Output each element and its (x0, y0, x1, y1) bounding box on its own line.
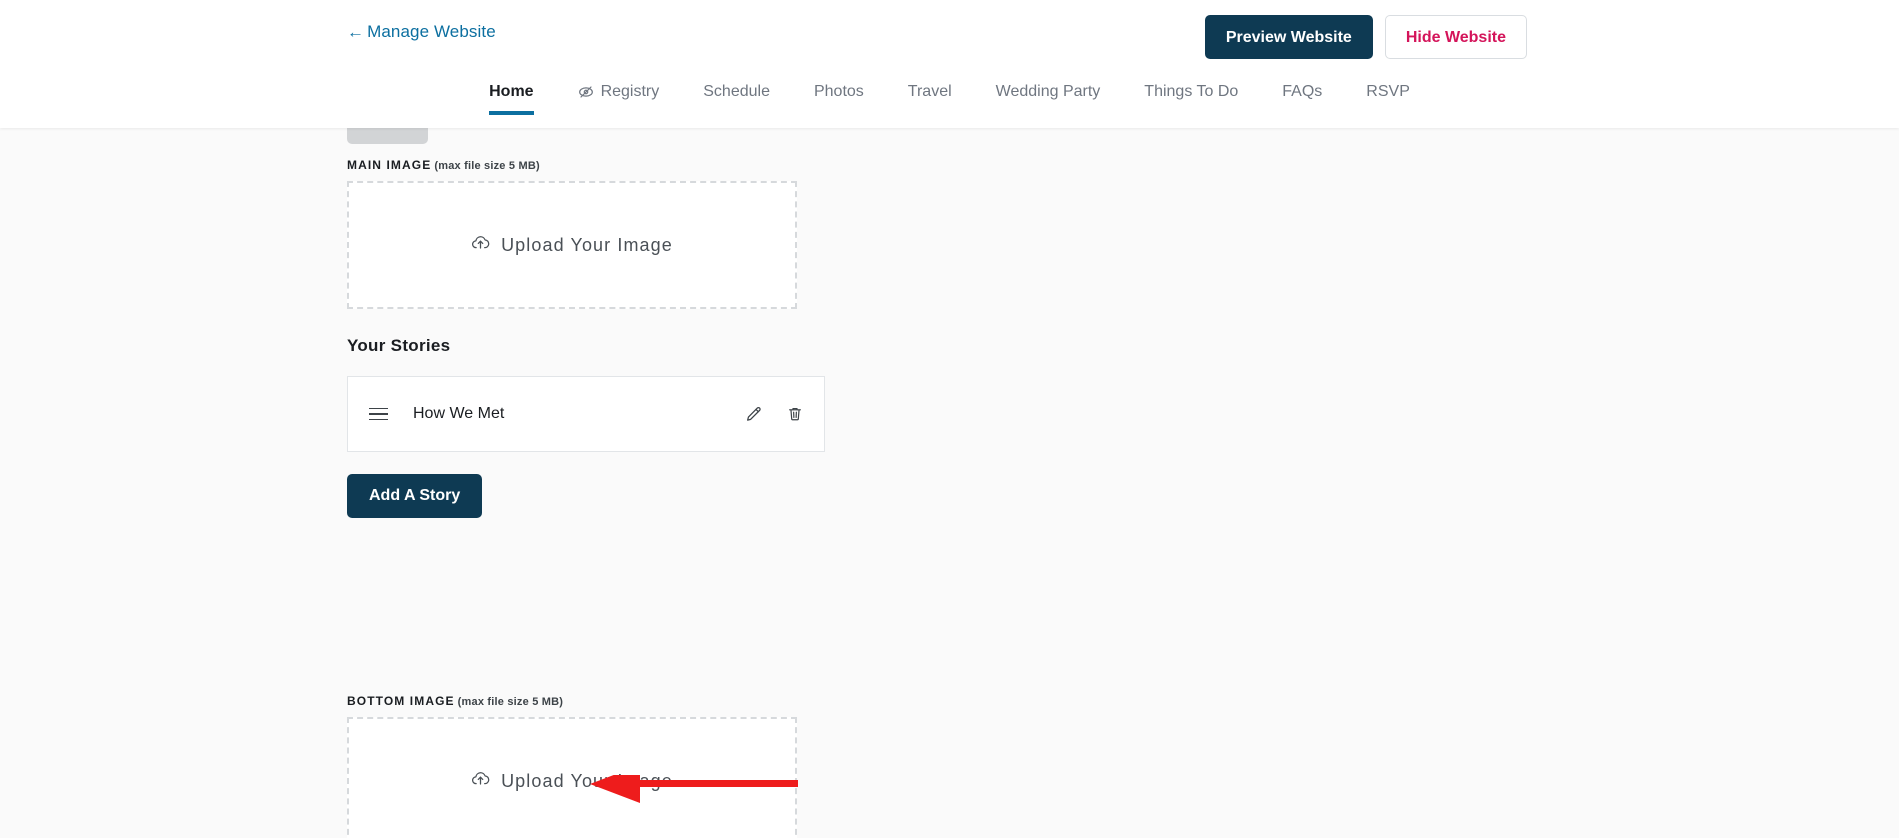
preview-website-button[interactable]: Preview Website (1204, 15, 1373, 59)
nav-item-label: FAQs (1282, 83, 1323, 100)
bottom-image-section: BOTTOM IMAGE (max file size 5 MB) Upload … (347, 694, 817, 838)
bottom-image-label-text: BOTTOM IMAGE (347, 694, 455, 708)
nav-item-label: Things To Do (1144, 83, 1239, 100)
your-stories-section: Your Stories How We Met Add A Story (347, 336, 825, 518)
nav-item-label: Travel (907, 83, 952, 100)
main-image-upload-label: Upload Your Image (471, 233, 673, 257)
manage-website-label: Manage Website (367, 22, 496, 41)
page-root: ← Manage Website Preview Website Hide We… (0, 0, 1899, 838)
nav-item-faqs[interactable]: FAQs (1260, 74, 1344, 121)
site-header: ← Manage Website Preview Website Hide We… (0, 0, 1899, 128)
bottom-image-upload-text: Upload Your Image (501, 770, 673, 791)
nav-item-label: RSVP (1366, 83, 1410, 100)
page-content: Save MAIN IMAGE(max file size 5 MB) Uplo… (0, 100, 1899, 838)
story-list-item[interactable]: How We Met (347, 376, 825, 452)
bottom-image-upload-dropzone[interactable]: Upload Your Image (347, 717, 797, 838)
drag-handle-icon[interactable] (369, 407, 388, 421)
arrow-left-icon: ← (347, 22, 365, 41)
header-top-bar: ← Manage Website Preview Website Hide We… (0, 0, 1899, 74)
story-title: How We Met (413, 405, 505, 422)
main-image-section: MAIN IMAGE (max file size 5 MB) Upload Yo… (347, 158, 817, 309)
main-image-upload-dropzone[interactable]: Upload Your Image (347, 181, 797, 309)
nav-item-label: Home (489, 83, 534, 100)
nav-item-label: Registry (600, 83, 660, 100)
main-image-upload-text: Upload Your Image (501, 234, 673, 255)
nav-item-schedule[interactable]: Schedule (681, 74, 792, 121)
nav-item-home[interactable]: Home (467, 74, 555, 121)
nav-item-wedding-party[interactable]: Wedding Party (974, 74, 1123, 121)
manage-website-back-link[interactable]: ← Manage Website (347, 22, 496, 42)
website-section-nav: Home Registry Schedule Photos Travel Wed… (0, 74, 1899, 128)
bottom-image-label: BOTTOM IMAGE (max file size 5 MB) (347, 694, 817, 708)
bottom-image-hint: (max file size 5 MB) (457, 696, 564, 708)
main-image-hint: (max file size 5 MB) (434, 160, 540, 172)
your-stories-title: Your Stories (347, 336, 451, 355)
hide-website-button[interactable]: Hide Website (1384, 15, 1527, 59)
nav-items-container: Home Registry Schedule Photos Travel Wed… (467, 74, 1432, 121)
eye-slash-icon (578, 84, 594, 100)
nav-item-things-to-do[interactable]: Things To Do (1122, 74, 1260, 121)
header-actions: Preview Website Hide Website (1204, 15, 1527, 59)
nav-item-label: Wedding Party (995, 83, 1101, 100)
add-a-story-button[interactable]: Add A Story (347, 474, 483, 518)
bottom-image-upload-label: Upload Your Image (471, 769, 673, 793)
main-image-label: MAIN IMAGE (max file size 5 MB) (347, 158, 817, 172)
nav-item-label: Photos (813, 83, 864, 100)
nav-item-travel[interactable]: Travel (886, 74, 974, 121)
main-image-label-text: MAIN IMAGE (347, 158, 432, 172)
cloud-upload-icon (471, 233, 490, 257)
nav-item-photos[interactable]: Photos (792, 74, 886, 121)
story-actions (744, 405, 804, 424)
nav-item-label: Schedule (703, 83, 770, 100)
trash-icon[interactable] (786, 405, 804, 423)
nav-item-rsvp[interactable]: RSVP (1344, 74, 1432, 121)
nav-item-registry[interactable]: Registry (556, 74, 682, 121)
cloud-upload-icon (471, 769, 490, 793)
pencil-icon[interactable] (744, 405, 763, 424)
